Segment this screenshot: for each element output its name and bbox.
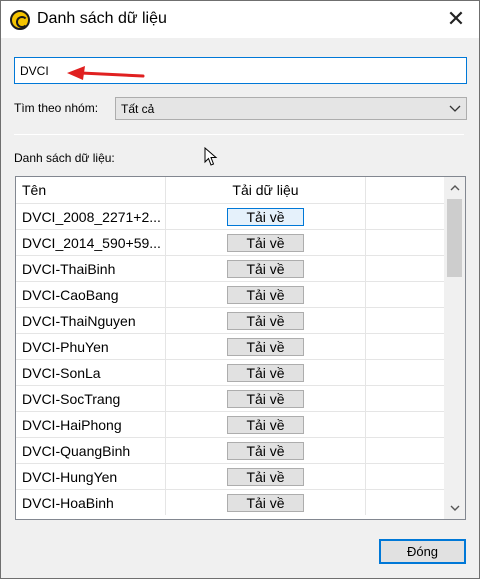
row-name-cell: DVCI_2008_2271+2... (16, 204, 166, 229)
row-name-cell: DVCI-ThaiBinh (16, 256, 166, 281)
row-download-cell: Tải về (166, 308, 366, 333)
mouse-pointer-icon (204, 147, 218, 166)
vertical-scrollbar[interactable] (444, 177, 465, 519)
scroll-up-button[interactable] (444, 179, 465, 197)
row-empty-cell (366, 464, 444, 489)
grid-rows: DVCI_2008_2271+2... Tải về DVCI_2014_590+5… (16, 203, 444, 515)
row-name-cell: DVCI-SocTrang (16, 386, 166, 411)
data-list-label: Danh sách dữ liệu: (14, 151, 115, 165)
row-download-cell: Tải về (166, 412, 366, 437)
row-download-cell: Tải về (166, 334, 366, 359)
row-empty-cell (366, 204, 444, 229)
download-button[interactable]: Tải về (227, 207, 304, 226)
table-row[interactable]: DVCI-ThaiNguyen Tải về (16, 307, 444, 333)
download-button[interactable]: Tải về (227, 493, 304, 512)
row-empty-cell (366, 334, 444, 359)
download-button[interactable]: Tải về (227, 337, 304, 356)
download-button[interactable]: Tải về (227, 233, 304, 252)
row-name-cell: DVCI-SonLa (16, 360, 166, 385)
download-button[interactable]: Tải về (227, 259, 304, 278)
table-row[interactable]: DVCI-QuangBinh Tải về (16, 437, 444, 463)
row-empty-cell (366, 438, 444, 463)
row-empty-cell (366, 412, 444, 437)
window-title: Danh sách dữ liệu (37, 10, 167, 27)
table-row[interactable]: DVCI-ThaiBinh Tải về (16, 255, 444, 281)
row-name-cell: DVCI-HaiPhong (16, 412, 166, 437)
table-row[interactable]: DVCI-CaoBang Tải về (16, 281, 444, 307)
row-empty-cell (366, 282, 444, 307)
group-filter-select[interactable]: Tất cả (115, 97, 467, 120)
red-arrow-icon (67, 66, 145, 80)
row-name-cell: DVCI_2014_590+59... (16, 230, 166, 255)
row-download-cell: Tải về (166, 256, 366, 281)
scroll-down-button[interactable] (444, 499, 465, 517)
table-row[interactable]: DVCI-HaiPhong Tải về (16, 411, 444, 437)
close-icon: ✕ (446, 6, 466, 32)
row-empty-cell (366, 230, 444, 255)
row-download-cell: Tải về (166, 282, 366, 307)
row-name-cell: DVCI-HoaBinh (16, 490, 166, 515)
row-download-cell: Tải về (166, 464, 366, 489)
group-filter-label: Tìm theo nhóm: (14, 101, 99, 115)
close-dialog-button[interactable]: Đóng (379, 539, 466, 564)
download-button[interactable]: Tải về (227, 285, 304, 304)
download-button[interactable]: Tải về (227, 311, 304, 330)
title-bar: Danh sách dữ liệu ✕ (1, 1, 479, 38)
download-button[interactable]: Tải về (227, 389, 304, 408)
data-grid[interactable]: Tên Tải dữ liệu DVCI_2008_2271+2... Tải v… (15, 176, 466, 520)
table-row[interactable]: DVCI_2008_2271+2... Tải về (16, 203, 444, 229)
row-empty-cell (366, 490, 444, 515)
row-empty-cell (366, 386, 444, 411)
column-header-name[interactable]: Tên (16, 177, 166, 203)
group-filter-value: Tất cả (121, 102, 155, 116)
chevron-down-icon (449, 105, 461, 112)
download-button[interactable]: Tải về (227, 415, 304, 434)
row-empty-cell (366, 256, 444, 281)
dialog-window: Danh sách dữ liệu ✕ Tìm theo nhóm: Tất c… (0, 0, 480, 579)
table-row[interactable]: DVCI-SocTrang Tải về (16, 385, 444, 411)
table-row[interactable]: DVCI-HungYen Tải về (16, 463, 444, 489)
table-row[interactable]: DVCI_2014_590+59... Tải về (16, 229, 444, 255)
row-download-cell: Tải về (166, 438, 366, 463)
table-row[interactable]: DVCI-SonLa Tải về (16, 359, 444, 385)
row-name-cell: DVCI-PhuYen (16, 334, 166, 359)
row-download-cell: Tải về (166, 230, 366, 255)
column-header-download[interactable]: Tải dữ liệu (166, 177, 366, 203)
table-row[interactable]: DVCI-PhuYen Tải về (16, 333, 444, 359)
window-close-button[interactable]: ✕ (433, 1, 479, 38)
scrollbar-thumb[interactable] (447, 199, 462, 277)
column-header-empty (366, 177, 444, 203)
row-empty-cell (366, 360, 444, 385)
chevron-up-icon (450, 185, 459, 191)
row-name-cell: DVCI-HungYen (16, 464, 166, 489)
row-download-cell: Tải về (166, 490, 366, 515)
row-download-cell: Tải về (166, 204, 366, 229)
download-button[interactable]: Tải về (227, 441, 304, 460)
grid-header: Tên Tải dữ liệu (16, 177, 444, 203)
app-logo-icon (10, 10, 30, 30)
row-download-cell: Tải về (166, 386, 366, 411)
separator (14, 134, 464, 135)
table-row[interactable]: DVCI-HoaBinh Tải về (16, 489, 444, 515)
row-name-cell: DVCI-ThaiNguyen (16, 308, 166, 333)
download-button[interactable]: Tải về (227, 467, 304, 486)
row-name-cell: DVCI-CaoBang (16, 282, 166, 307)
row-name-cell: DVCI-QuangBinh (16, 438, 166, 463)
row-empty-cell (366, 308, 444, 333)
chevron-down-icon (450, 505, 459, 511)
row-download-cell: Tải về (166, 360, 366, 385)
download-button[interactable]: Tải về (227, 363, 304, 382)
